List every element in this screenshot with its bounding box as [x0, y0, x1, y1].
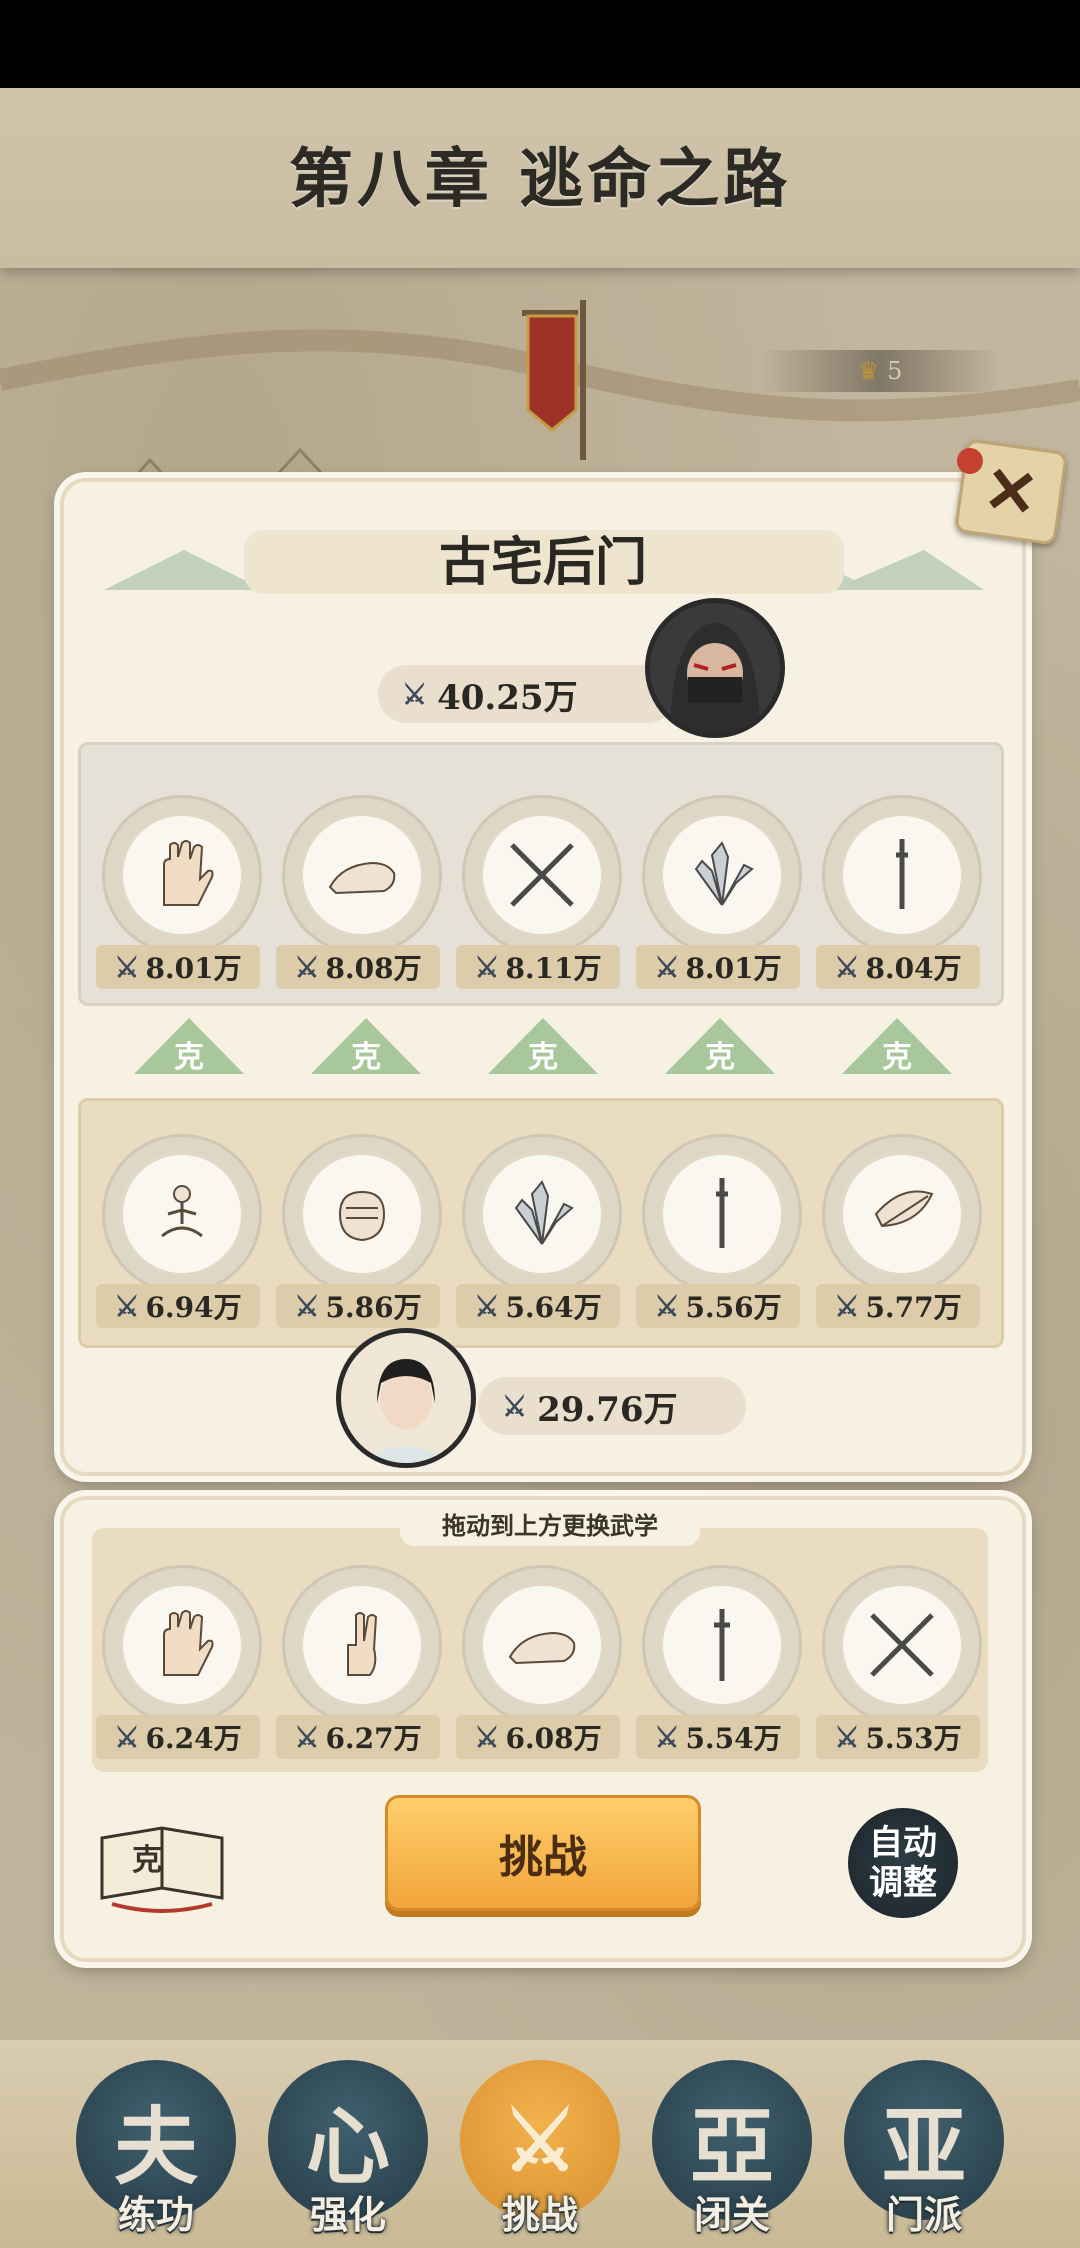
crossed-spears-icon [510, 843, 574, 907]
counter-mark: 克 [488, 1018, 598, 1075]
nav-item-challenge[interactable]: ⚔ 挑战 [460, 2060, 620, 2237]
enemy-avatar [645, 598, 785, 738]
nav-item-enhance[interactable]: 心 强化 [268, 2060, 428, 2237]
fist-icon [338, 1190, 386, 1242]
bench-skill-slot[interactable]: ⚔ 5.54万 [636, 1565, 802, 1759]
crossed-swords-icon: ⚔ [402, 677, 428, 711]
sword-icon [714, 1609, 730, 1681]
crossed-swords-icon: ⚔ [654, 1720, 680, 1754]
bench-skill-slot[interactable]: ⚔ 6.08万 [456, 1565, 622, 1759]
enemy-skill-slot[interactable]: ⚔ 8.08万 [276, 795, 442, 989]
bench-skill-slot[interactable]: ⚔ 5.53万 [816, 1565, 982, 1759]
crossed-swords-icon: ⚔ [654, 950, 680, 984]
crossed-swords-icon: ⚔ [114, 1289, 140, 1323]
chapter-title: 第八章 逃命之路 [288, 142, 792, 217]
bench-skill-slot[interactable]: ⚔ 6.27万 [276, 1565, 442, 1759]
enemy-skill-slot[interactable]: ⚔ 8.01万 [636, 795, 802, 989]
crossed-swords-icon: ⚔ [474, 950, 500, 984]
enemy-skill-slot[interactable]: ⚔ 8.11万 [456, 795, 622, 989]
player-skill-slot[interactable]: ⚔ 5.86万 [276, 1134, 442, 1328]
player-skill-slot[interactable]: ⚔ 5.56万 [636, 1134, 802, 1328]
close-button[interactable]: ✕ [953, 438, 1069, 546]
player-skill-slot[interactable]: ⚔ 6.94万 [96, 1134, 262, 1328]
stage-title: 古宅后门 [438, 532, 647, 593]
player-avatar [336, 1328, 476, 1468]
saber-icon [716, 1178, 728, 1248]
bench-hint: 拖动到上方更换武学 [400, 1506, 700, 1546]
player-skill-slot[interactable]: ⚔ 5.77万 [816, 1134, 982, 1328]
crossed-swords-icon: ⚔ [294, 950, 320, 984]
player-power-pill: ⚔ 29.76万 [478, 1377, 746, 1435]
crossed-swords-icon: ⚔ [502, 1389, 528, 1423]
shoe-icon [328, 861, 396, 895]
bench-skill-slot[interactable]: ⚔ 6.24万 [96, 1565, 262, 1759]
saber-icon [896, 839, 908, 909]
counter-mark: 克 [665, 1018, 775, 1075]
counter-mark: 克 [311, 1018, 421, 1075]
crossed-swords-icon: ⚔ [114, 1720, 140, 1754]
crossed-swords-icon: ⚔ [474, 1289, 500, 1323]
status-bar [0, 0, 1080, 88]
counter-mark: 克 [134, 1018, 244, 1075]
crossed-spears-icon [870, 1613, 934, 1677]
nav-item-practice[interactable]: 夫 练功 [76, 2060, 236, 2237]
crossed-swords-icon: ⚔ [834, 950, 860, 984]
throwing-knives-icon [514, 1180, 574, 1245]
throwing-knives-icon [694, 841, 754, 906]
book-label: 克 [132, 1843, 162, 1878]
enemy-power-value: 40.25万 [437, 677, 578, 718]
counter-mark: 克 [842, 1018, 952, 1075]
enemy-skill-slot[interactable]: ⚔ 8.04万 [816, 795, 982, 989]
enemy-power-pill: ⚔ 40.25万 [378, 665, 676, 723]
nav-item-sect[interactable]: 亚 门派 [844, 2060, 1004, 2237]
crossed-swords-icon: ⚔ [474, 1720, 500, 1754]
meditation-icon [161, 1185, 203, 1238]
palm-icon [163, 1610, 214, 1676]
feather-icon [874, 1190, 934, 1228]
two-finger-icon [347, 1612, 378, 1676]
close-icon: ✕ [979, 451, 1043, 533]
challenge-button[interactable]: 挑战 [385, 1795, 701, 1911]
crossed-swords-icon: ⚔ [114, 950, 140, 984]
nav-item-seclusion[interactable]: 亞 闭关 [652, 2060, 812, 2237]
crossed-swords-icon: ⚔ [834, 1720, 860, 1754]
player-power-value: 29.76万 [537, 1389, 678, 1430]
shoe-icon [508, 1631, 576, 1665]
crossed-swords-icon: ⚔ [294, 1289, 320, 1323]
auto-adjust-button[interactable]: 自动调整 [848, 1808, 958, 1918]
crossed-swords-icon: ⚔ [834, 1289, 860, 1323]
counter-book-button[interactable]: 克 [92, 1808, 232, 1918]
crossed-swords-icon: ⚔ [294, 1720, 320, 1754]
player-skill-slot[interactable]: ⚔ 5.64万 [456, 1134, 622, 1328]
crossed-swords-icon: ⚔ [654, 1289, 680, 1323]
palm-icon [163, 840, 214, 906]
enemy-skill-slot[interactable]: ⚔ 8.01万 [96, 795, 262, 989]
